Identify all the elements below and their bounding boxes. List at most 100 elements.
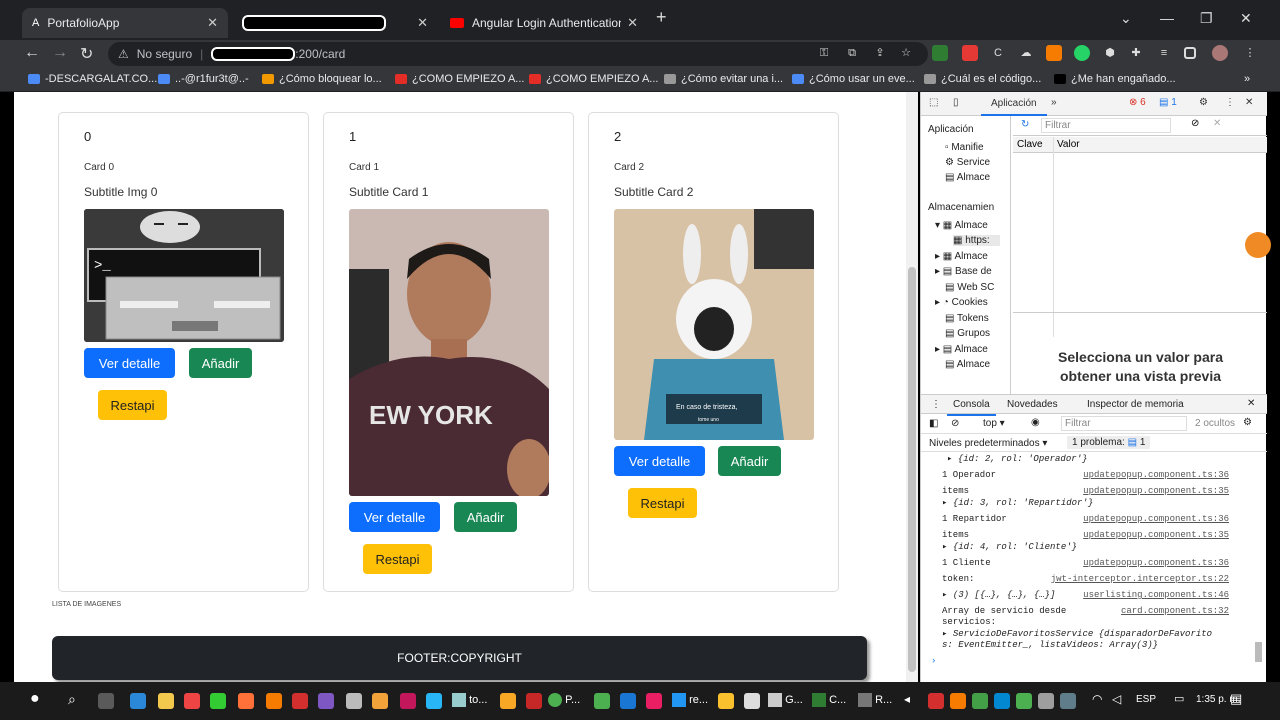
app-icon[interactable] bbox=[718, 693, 734, 709]
notifications-icon[interactable]: ▤ bbox=[1230, 691, 1246, 707]
settings-icon[interactable]: ⚙ bbox=[1199, 97, 1208, 108]
reading-list-icon[interactable]: ≡ bbox=[1156, 45, 1172, 61]
console-settings-icon[interactable]: ⚙ bbox=[1243, 417, 1252, 428]
log-row[interactable]: 1 Operador updatepopup.component.ts:36 bbox=[921, 470, 1251, 484]
taskbar-app[interactable]: re... bbox=[672, 693, 708, 707]
more-options-icon[interactable]: ⋮ bbox=[1225, 97, 1235, 108]
login-extension-icon[interactable] bbox=[932, 45, 948, 61]
bookmark-item[interactable]: ¿COMO EMPIEZO A... bbox=[529, 73, 658, 85]
console-prompt[interactable]: › bbox=[921, 656, 1251, 670]
context-select[interactable]: top ▾ bbox=[983, 418, 1005, 429]
source-link[interactable]: userlisting.component.ts:46 bbox=[1083, 590, 1229, 600]
log-row[interactable]: ▸ {id: 2, rol: 'Operador'} bbox=[921, 454, 1251, 468]
bookmark-item[interactable]: ¿Cómo usar un eve... bbox=[792, 73, 915, 85]
app-icon[interactable] bbox=[184, 693, 200, 709]
url-field[interactable]: ⚠ No seguro | :200/card bbox=[108, 42, 928, 66]
sidepanel-icon[interactable] bbox=[1184, 47, 1196, 59]
app-icon[interactable] bbox=[426, 693, 442, 709]
app-icon[interactable] bbox=[292, 693, 308, 709]
floating-badge[interactable] bbox=[1245, 232, 1271, 258]
tab-consola[interactable]: Consola bbox=[947, 395, 996, 416]
taskbar-app[interactable]: C... bbox=[812, 693, 846, 707]
tray-icon[interactable] bbox=[972, 693, 988, 709]
share-icon[interactable]: ⇪ bbox=[872, 45, 888, 61]
app-icon[interactable] bbox=[130, 693, 146, 709]
bookmark-item[interactable]: ¿Cuál es el código... bbox=[924, 73, 1041, 85]
tab-inspector-memoria[interactable]: Inspector de memoria bbox=[1087, 399, 1184, 410]
tray-icon[interactable] bbox=[994, 693, 1010, 709]
bookmark-item[interactable]: ¿Cómo bloquear lo... bbox=[262, 73, 382, 85]
search-icon[interactable]: ⌕ bbox=[68, 691, 84, 707]
avatar[interactable] bbox=[1212, 45, 1228, 61]
restapi-button[interactable]: Restapi bbox=[98, 390, 167, 420]
menu-icon[interactable]: ⋮ bbox=[1242, 45, 1258, 61]
reload-icon[interactable]: ↻ bbox=[80, 44, 93, 64]
sidebar-item-manifest[interactable]: ▫ Manifie bbox=[945, 142, 984, 153]
task-view-icon[interactable] bbox=[98, 693, 114, 709]
restapi-button[interactable]: Restapi bbox=[363, 544, 432, 574]
more-tabs-icon[interactable]: » bbox=[1051, 97, 1057, 108]
tab-novedades[interactable]: Novedades bbox=[1007, 399, 1058, 410]
bookmark-item[interactable]: -DESCARGALAT.CO... bbox=[28, 73, 157, 85]
source-link[interactable]: jwt-interceptor.interceptor.ts:22 bbox=[1051, 574, 1229, 584]
refresh-icon[interactable]: ↻ bbox=[1021, 119, 1029, 130]
scrollbar-thumb[interactable] bbox=[908, 267, 916, 672]
ver-detalle-button[interactable]: Ver detalle bbox=[349, 502, 440, 532]
drawer-menu-icon[interactable]: ⋮ bbox=[931, 399, 941, 410]
app-icon[interactable] bbox=[346, 693, 362, 709]
log-row[interactable]: 1 Cliente updatepopup.component.ts:36 bbox=[921, 558, 1251, 572]
tab-search-icon[interactable]: ⌄ bbox=[1120, 10, 1132, 27]
sidebar-item-storage[interactable]: ▤ Almace bbox=[945, 172, 990, 183]
sidebar-item-service[interactable]: ⚙ Service bbox=[945, 157, 990, 168]
tray-icon[interactable] bbox=[1060, 693, 1076, 709]
source-link[interactable]: updatepopup.component.ts:36 bbox=[1083, 558, 1229, 568]
sidebar-item-cache2[interactable]: ▤ Almace bbox=[945, 359, 990, 370]
restapi-button[interactable]: Restapi bbox=[628, 488, 697, 518]
tray-icon[interactable] bbox=[950, 693, 966, 709]
levels-select[interactable]: Niveles predeterminados ▾ bbox=[929, 438, 1047, 449]
forward-icon[interactable]: → bbox=[52, 44, 68, 62]
source-link[interactable]: updatepopup.component.ts:36 bbox=[1083, 514, 1229, 524]
taskbar-app[interactable]: P... bbox=[548, 693, 580, 707]
inspect-icon[interactable]: ⬚ bbox=[929, 97, 938, 108]
eye-icon[interactable]: ◉ bbox=[1031, 417, 1040, 428]
source-link[interactable]: card.component.ts:32 bbox=[1121, 606, 1229, 616]
close-window-icon[interactable]: ✕ bbox=[1240, 10, 1252, 27]
tray-icon[interactable] bbox=[1038, 693, 1054, 709]
problems-badge[interactable]: 1 problema: ▤ 1 bbox=[1067, 436, 1151, 449]
column-key[interactable]: Clave bbox=[1017, 139, 1043, 150]
taskbar-app[interactable]: G... bbox=[768, 693, 803, 707]
sidebar-item-tokens[interactable]: ▤ Tokens bbox=[945, 313, 989, 324]
column-value[interactable]: Valor bbox=[1057, 139, 1080, 150]
anadir-button[interactable]: Añadir bbox=[454, 502, 517, 532]
tray-icon[interactable]: ◂ bbox=[904, 692, 920, 708]
extension-icon[interactable]: ☁ bbox=[1018, 45, 1034, 61]
minimize-icon[interactable]: — bbox=[1160, 10, 1174, 26]
close-devtools-icon[interactable]: ✕ bbox=[1245, 97, 1253, 108]
key-icon[interactable]: ⚿ bbox=[816, 45, 832, 61]
log-row[interactable]: s: EventEmitter_, listaVideos: Array(3)} bbox=[921, 640, 1251, 654]
app-icon[interactable] bbox=[400, 693, 416, 709]
ver-detalle-button[interactable]: Ver detalle bbox=[84, 348, 175, 378]
sidebar-toggle-icon[interactable]: ◧ bbox=[929, 418, 938, 429]
app-icon[interactable] bbox=[620, 693, 636, 709]
log-row[interactable]: ▸ (3) [{…}, {…}, {…}] userlisting.compone… bbox=[921, 590, 1251, 604]
tab-portafolioapp[interactable]: A PortafolioApp ✕ bbox=[22, 8, 228, 38]
tab-angular-login[interactable]: Angular Login Authentication - Y ✕ bbox=[440, 8, 648, 38]
log-row[interactable]: ▸ {id: 3, rol: 'Repartidor'} bbox=[921, 498, 1251, 512]
source-link[interactable]: updatepopup.component.ts:36 bbox=[1083, 470, 1229, 480]
sidebar-item-local-storage[interactable]: ▾ ▦ Almace bbox=[935, 220, 988, 231]
bookmark-item[interactable]: ..-@r1fur3t@..- bbox=[158, 73, 249, 85]
restore-icon[interactable]: ❐ bbox=[1200, 10, 1213, 27]
taskbar-app[interactable]: R... bbox=[858, 693, 892, 707]
extension-icon[interactable] bbox=[962, 45, 978, 61]
tab-redacted[interactable]: ✕ bbox=[232, 8, 438, 38]
tray-icon[interactable] bbox=[928, 693, 944, 709]
wifi-icon[interactable]: ◠ bbox=[1092, 692, 1108, 708]
bookmark-star-icon[interactable]: ☆ bbox=[898, 45, 914, 61]
volume-icon[interactable]: ◁ bbox=[1112, 692, 1128, 708]
console-filter-input[interactable]: Filtrar bbox=[1061, 416, 1187, 431]
app-icon[interactable] bbox=[594, 693, 610, 709]
filter-input[interactable]: Filtrar bbox=[1041, 118, 1171, 133]
sidebar-item-cookies[interactable]: ▸ ◔ Cookies bbox=[935, 297, 988, 308]
